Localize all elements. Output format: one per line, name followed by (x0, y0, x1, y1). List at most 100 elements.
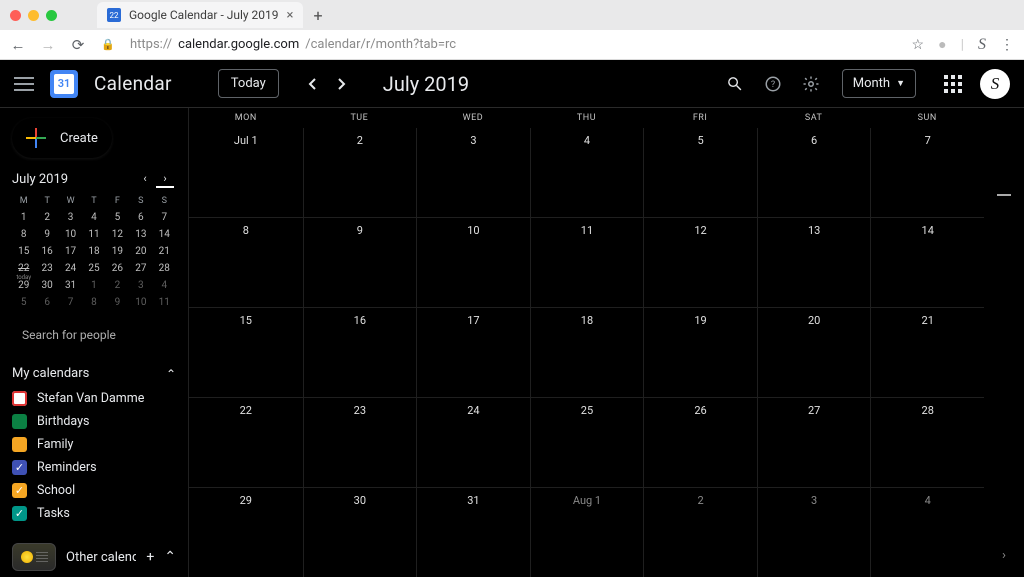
search-icon[interactable] (724, 73, 746, 95)
mini-day[interactable]: 25 (82, 263, 105, 274)
day-cell[interactable]: Jul 1 (189, 128, 303, 217)
settings-icon[interactable] (800, 73, 822, 95)
mini-day[interactable]: 1 (12, 212, 35, 223)
mini-next-month[interactable]: › (156, 170, 174, 188)
mini-day[interactable]: 31 (59, 280, 82, 291)
calendar-item[interactable]: ✓Tasks (12, 506, 176, 521)
mini-day[interactable]: 13 (129, 229, 152, 240)
mini-day[interactable]: 9 (106, 297, 129, 308)
reload-button[interactable]: ⟳ (70, 36, 86, 54)
day-cell[interactable]: 31 (416, 488, 530, 577)
mini-day[interactable]: 21 (153, 246, 176, 257)
day-cell[interactable]: 21 (870, 308, 984, 397)
day-cell[interactable]: 15 (189, 308, 303, 397)
mini-day[interactable]: 6 (35, 297, 58, 308)
calendar-checkbox[interactable]: ✓ (12, 483, 27, 498)
day-cell[interactable]: 20 (757, 308, 871, 397)
mini-day[interactable]: 1 (82, 280, 105, 291)
day-cell[interactable]: 8 (189, 218, 303, 307)
mini-day[interactable]: 10 (129, 297, 152, 308)
address-bar[interactable]: https://calendar.google.com/calendar/r/m… (130, 37, 898, 52)
google-apps-icon[interactable] (942, 73, 964, 95)
mini-day[interactable]: 4 (153, 280, 176, 291)
day-cell[interactable]: 19 (643, 308, 757, 397)
other-calendars-heading[interactable]: Other calendars (66, 550, 136, 565)
mini-day[interactable]: 9 (35, 229, 58, 240)
mini-day[interactable]: 18 (82, 246, 105, 257)
day-cell[interactable]: 24 (416, 398, 530, 487)
my-calendars-toggle[interactable]: My calendars ⌃ (12, 366, 176, 381)
view-switcher[interactable]: Month ▼ (842, 69, 916, 98)
mini-day[interactable]: 2 (35, 212, 58, 223)
mini-day[interactable]: 30 (35, 280, 58, 291)
day-cell[interactable]: 22 (189, 398, 303, 487)
search-people-input[interactable]: Search for people (12, 328, 176, 342)
next-period-button[interactable] (329, 72, 353, 96)
day-cell[interactable]: 25 (530, 398, 644, 487)
mini-day[interactable]: 8 (12, 229, 35, 240)
weather-widget[interactable] (12, 543, 56, 571)
mini-prev-month[interactable]: ‹ (136, 170, 154, 188)
day-cell[interactable]: 18 (530, 308, 644, 397)
mini-day[interactable]: 15 (12, 246, 35, 257)
day-cell[interactable]: 14 (870, 218, 984, 307)
extension-s-icon[interactable]: S (978, 36, 986, 54)
calendar-checkbox[interactable]: ✓ (12, 506, 27, 521)
mini-day[interactable]: 3 (59, 212, 82, 223)
mini-calendar[interactable]: MTWTFSS123456789101112131415161718192021… (12, 196, 176, 308)
day-cell[interactable]: 26 (643, 398, 757, 487)
browser-tab[interactable]: 22 Google Calendar - July 2019 × (97, 2, 303, 28)
day-cell[interactable]: 7 (870, 128, 984, 217)
calendar-item[interactable]: ✓Reminders (12, 460, 176, 475)
add-calendar-button[interactable]: + (146, 549, 154, 565)
day-cell[interactable]: 16 (303, 308, 417, 397)
close-tab-icon[interactable]: × (287, 8, 294, 23)
calendar-checkbox[interactable] (12, 391, 27, 406)
calendar-item[interactable]: Family (12, 437, 176, 452)
mini-day[interactable]: 2 (106, 280, 129, 291)
mini-day[interactable]: 17 (59, 246, 82, 257)
back-button[interactable]: ← (10, 36, 26, 54)
side-panel-expand-icon[interactable]: › (1002, 548, 1006, 563)
mini-day[interactable]: 5 (12, 297, 35, 308)
account-avatar[interactable]: S (980, 69, 1010, 99)
calendar-checkbox[interactable] (12, 437, 27, 452)
close-window-icon[interactable] (10, 10, 21, 21)
mini-day[interactable]: 12 (106, 229, 129, 240)
maximize-window-icon[interactable] (46, 10, 57, 21)
day-cell[interactable]: 11 (530, 218, 644, 307)
bookmark-icon[interactable]: ☆ (912, 37, 925, 53)
day-cell[interactable]: 2 (643, 488, 757, 577)
mini-day[interactable]: 4 (82, 212, 105, 223)
new-tab-button[interactable]: + (313, 6, 322, 25)
mini-day[interactable]: 5 (106, 212, 129, 223)
day-cell[interactable]: 4 (870, 488, 984, 577)
collapse-other-calendars[interactable]: ⌃ (164, 549, 176, 565)
mini-day[interactable]: 14 (153, 229, 176, 240)
browser-menu-icon[interactable]: ⋮ (1000, 37, 1014, 53)
mini-day[interactable]: 10 (59, 229, 82, 240)
calendar-checkbox[interactable] (12, 414, 27, 429)
calendar-checkbox[interactable]: ✓ (12, 460, 27, 475)
day-cell[interactable]: 29 (189, 488, 303, 577)
side-panel-handle[interactable] (997, 194, 1011, 196)
mini-day[interactable]: 24 (59, 263, 82, 274)
help-icon[interactable]: ? (762, 73, 784, 95)
day-cell[interactable]: 12 (643, 218, 757, 307)
day-cell[interactable]: 6 (757, 128, 871, 217)
calendar-item[interactable]: ✓School (12, 483, 176, 498)
day-cell[interactable]: 9 (303, 218, 417, 307)
mini-day[interactable]: 26 (106, 263, 129, 274)
day-cell[interactable]: 2 (303, 128, 417, 217)
mini-day[interactable]: 27 (129, 263, 152, 274)
window-controls[interactable] (10, 10, 57, 21)
mini-day[interactable]: 29 (12, 280, 35, 291)
mini-day[interactable]: 8 (82, 297, 105, 308)
day-cell[interactable]: 3 (757, 488, 871, 577)
mini-day[interactable]: 11 (153, 297, 176, 308)
lock-icon[interactable]: 🔒 (100, 38, 116, 51)
day-cell[interactable]: 17 (416, 308, 530, 397)
extension-icon[interactable]: ● (938, 36, 946, 53)
day-cell[interactable]: 27 (757, 398, 871, 487)
mini-day[interactable]: 19 (106, 246, 129, 257)
